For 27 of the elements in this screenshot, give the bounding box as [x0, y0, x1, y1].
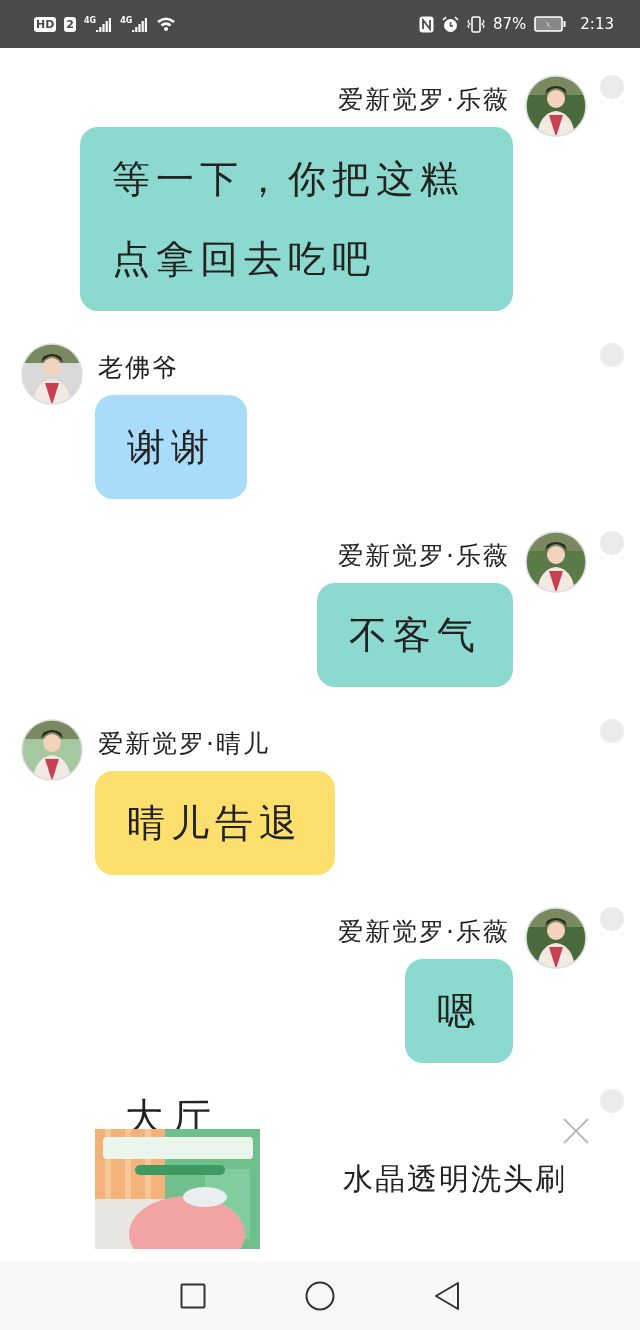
alarm-icon	[441, 15, 459, 33]
sender-name: 爱新觉罗·乐薇	[337, 541, 511, 571]
wifi-icon	[156, 16, 177, 32]
message-bubble: 晴儿告退	[95, 771, 335, 875]
message-bubble: 等一下，你把这糕点拿回去吃吧	[80, 127, 513, 311]
signal-icon	[96, 16, 113, 32]
network-type: 4G	[120, 16, 133, 25]
network-type: 4G	[84, 16, 97, 25]
home-icon[interactable]	[305, 1281, 335, 1311]
signal-icon	[132, 16, 149, 32]
sender-name: 爱新觉罗·乐薇	[337, 917, 511, 947]
nfc-icon	[418, 15, 434, 33]
hd-badge: HD	[34, 16, 57, 32]
vibrate-icon	[466, 15, 485, 33]
sender-name: 老佛爷	[97, 353, 180, 383]
sender-name: 爱新觉罗·晴儿	[97, 729, 271, 759]
message-bubble: 谢谢	[95, 395, 247, 499]
clock-time: 2:13	[580, 15, 614, 33]
back-icon[interactable]	[434, 1281, 461, 1311]
message-bubble: 不客气	[317, 583, 513, 687]
message-bubble: 嗯	[405, 959, 513, 1063]
sender-name: 爱新觉罗·乐薇	[337, 85, 511, 115]
battery-icon	[534, 16, 567, 32]
battery-percent: 87%	[492, 15, 527, 33]
recents-icon[interactable]	[179, 1283, 206, 1309]
ad-title: 水晶透明洗头刷	[343, 1160, 567, 1198]
sim-badge: 2	[64, 16, 76, 32]
